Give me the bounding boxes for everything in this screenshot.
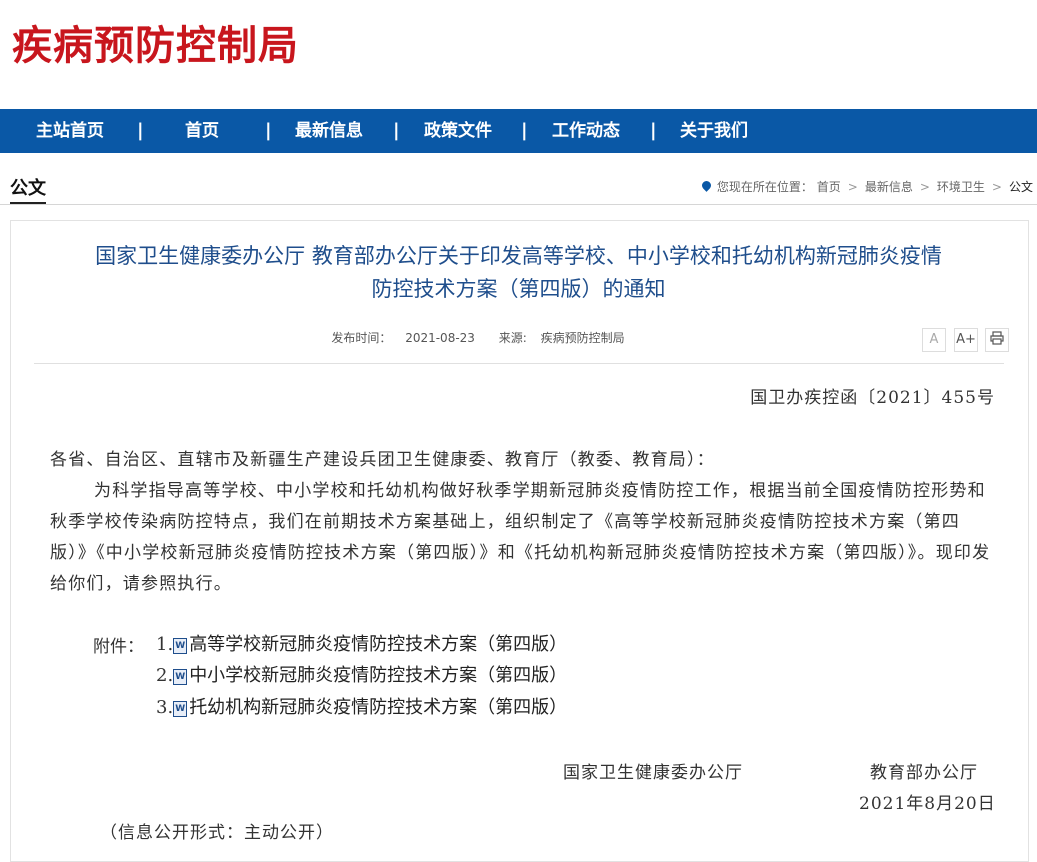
- signatory-nhc: 国家卫生健康委办公厅: [563, 763, 743, 783]
- attachment-link[interactable]: 1. W 高等学校新冠肺炎疫情防控技术方案（第四版）: [156, 629, 567, 660]
- sign-date: 2021年8月20日: [859, 794, 996, 814]
- salutation: 各省、自治区、直辖市及新疆生产建设兵团卫生健康委、教育厅（教委、教育局）：: [50, 450, 715, 470]
- nav-separator: |: [137, 120, 144, 141]
- info-disclosure: （信息公开形式：主动公开）: [100, 823, 334, 843]
- nav-separator: |: [650, 120, 657, 141]
- attachment-number: 1.: [156, 634, 174, 655]
- breadcrumb-separator: >: [847, 180, 858, 194]
- attachments-label: 附件：: [93, 637, 144, 657]
- nav-separator: |: [265, 120, 272, 141]
- nav-item-home[interactable]: 首页: [185, 109, 219, 153]
- font-larger-button[interactable]: A+: [954, 328, 978, 352]
- word-doc-icon: W: [173, 638, 188, 654]
- document-number: 国卫办疾控函〔2021〕455号: [750, 388, 995, 408]
- nav-item-main-home[interactable]: 主站首页: [36, 109, 104, 153]
- article-title-line2: 防控技术方案（第四版）的通知: [371, 277, 666, 301]
- attachment-name[interactable]: 中小学校新冠肺炎疫情防控技术方案（第四版）: [189, 665, 567, 686]
- breadcrumb-separator: >: [919, 180, 930, 194]
- breadcrumb-separator: >: [991, 180, 1002, 194]
- breadcrumb-item-current: 公文: [1008, 180, 1033, 194]
- word-doc-icon: W: [173, 669, 188, 685]
- attachment-number: 2.: [156, 665, 174, 686]
- signatory-moe: 教育部办公厅: [870, 763, 978, 783]
- nav-item-about[interactable]: 关于我们: [680, 109, 748, 153]
- body-paragraph: 为科学指导高等学校、中小学校和托幼机构做好秋季学期新冠肺炎疫情防控工作，根据当前…: [50, 481, 991, 594]
- article-title-line1: 国家卫生健康委办公厅 教育部办公厅关于印发高等学校、中小学校和托幼机构新冠肺炎疫…: [95, 244, 942, 268]
- article-title: 国家卫生健康委办公厅 教育部办公厅关于印发高等学校、中小学校和托幼机构新冠肺炎疫…: [20, 240, 1017, 306]
- word-doc-icon: W: [173, 701, 188, 717]
- breadcrumb-item-latest[interactable]: 最新信息: [865, 180, 913, 194]
- nav-item-work[interactable]: 工作动态: [552, 109, 620, 153]
- attachment-number: 3.: [156, 697, 174, 718]
- source-label: 来源:: [498, 331, 527, 345]
- nav-item-policy[interactable]: 政策文件: [424, 109, 492, 153]
- attachment-link[interactable]: 2. W 中小学校新冠肺炎疫情防控技术方案（第四版）: [156, 660, 567, 691]
- main-nav: 主站首页 | 首页 | 最新信息 | 政策文件 | 工作动态 | 关于我们: [0, 109, 1037, 153]
- breadcrumb: 您现在所在位置： 首页 > 最新信息 > 环境卫生 > 公文: [700, 178, 1033, 196]
- attachment-name[interactable]: 托幼机构新冠肺炎疫情防控技术方案（第四版）: [189, 697, 567, 718]
- attachment-link[interactable]: 3. W 托幼机构新冠肺炎疫情防控技术方案（第四版）: [156, 692, 567, 723]
- nav-separator: |: [521, 120, 528, 141]
- source-value: 疾病预防控制局: [540, 331, 625, 345]
- breadcrumb-item-env[interactable]: 环境卫生: [937, 180, 985, 194]
- print-button[interactable]: [985, 328, 1009, 352]
- breadcrumb-prefix: 您现在所在位置：: [716, 180, 813, 194]
- site-title: 疾病预防控制局: [12, 23, 299, 69]
- publish-date: 2021-08-23: [405, 331, 475, 345]
- publish-label: 发布时间：: [331, 331, 392, 345]
- breadcrumb-item-home[interactable]: 首页: [817, 180, 841, 194]
- meta-divider: [34, 363, 1004, 364]
- print-icon: [990, 331, 1004, 345]
- font-smaller-button[interactable]: A: [922, 328, 946, 352]
- section-divider: [0, 204, 1037, 205]
- nav-item-latest[interactable]: 最新信息: [295, 109, 363, 153]
- attachment-name[interactable]: 高等学校新冠肺炎疫情防控技术方案（第四版）: [189, 634, 567, 655]
- location-pin-icon: [700, 179, 713, 192]
- article-meta: 发布时间： 2021-08-23 来源: 疾病预防控制局: [0, 329, 956, 346]
- nav-separator: |: [393, 120, 400, 141]
- section-title: 公文: [10, 177, 46, 204]
